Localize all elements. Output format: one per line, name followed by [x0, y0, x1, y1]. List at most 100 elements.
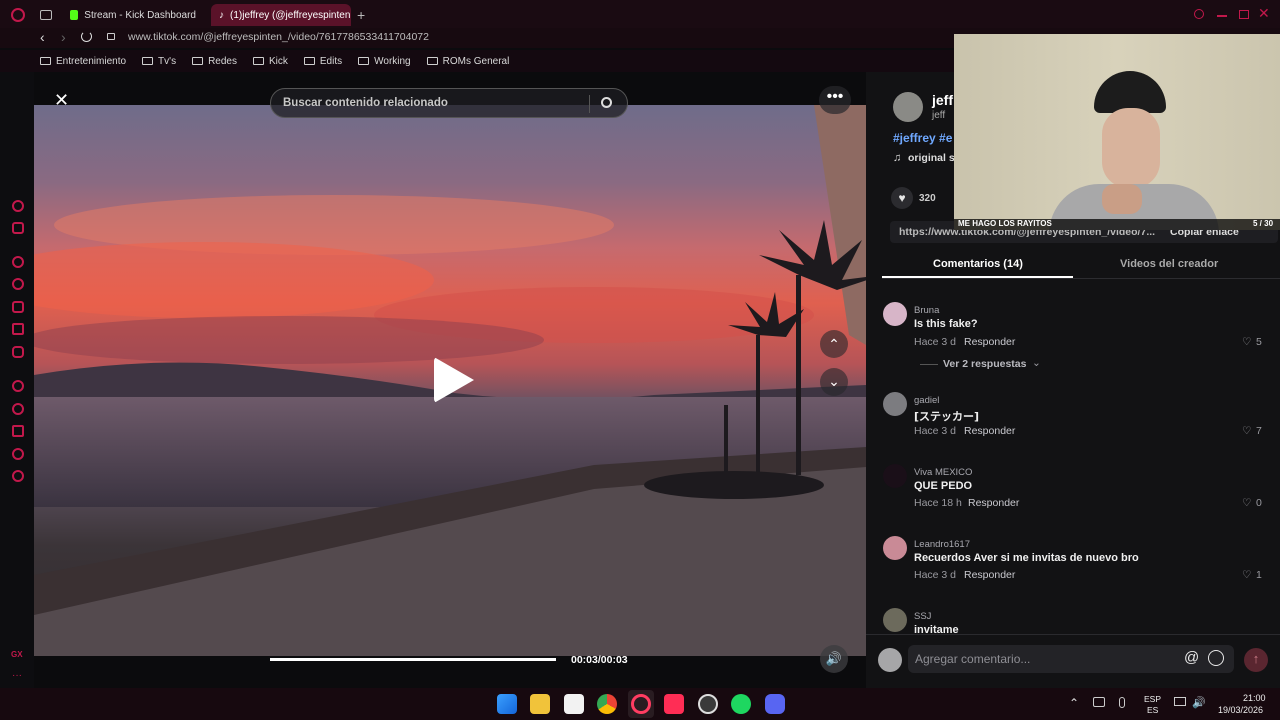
like-button[interactable]: ♥ — [891, 187, 913, 209]
comment-username[interactable]: SSJ — [914, 611, 931, 622]
workspaces-icon[interactable] — [12, 222, 24, 234]
avatar[interactable] — [883, 392, 907, 416]
bookmark-folder[interactable]: Kick — [252, 56, 288, 67]
bookmark-label: Redes — [208, 55, 237, 67]
reply-button[interactable]: Responder — [964, 425, 1015, 437]
discord-app-icon[interactable] — [765, 694, 785, 714]
tab-creator-videos[interactable]: Videos del creador — [1120, 258, 1218, 270]
gx-icon[interactable]: GX — [11, 650, 23, 659]
bookmark-folder[interactable]: Working — [358, 56, 411, 67]
tab-comments[interactable]: Comentarios (14) — [933, 258, 1023, 270]
tiktok-sidebar-icon[interactable] — [12, 323, 24, 335]
settings-icon[interactable] — [12, 470, 24, 482]
emoji-icon[interactable] — [1208, 650, 1224, 666]
obs-icon[interactable] — [698, 694, 718, 714]
progress-track[interactable] — [270, 658, 556, 661]
webcam-caption: ME HAGO LOS RAYITOS — [958, 219, 1052, 228]
search-tabs-icon[interactable] — [1194, 9, 1204, 19]
sound-name[interactable]: original s — [908, 152, 955, 164]
reply-button[interactable]: Responder — [964, 336, 1015, 348]
comment-username[interactable]: Leandro1617 — [914, 539, 970, 550]
like-count: 320 — [919, 193, 936, 204]
video-frame[interactable] — [34, 105, 866, 656]
avatar[interactable] — [883, 464, 907, 488]
avatar[interactable] — [883, 302, 907, 326]
comment-username[interactable]: Viva MEXICO — [914, 467, 972, 478]
reload-icon[interactable] — [81, 31, 92, 42]
related-search-box[interactable]: Buscar contenido relacionado — [270, 88, 628, 118]
tab-tiktok[interactable]: ♪ (1)jeffrey (@jeffreyespinten — [211, 4, 351, 26]
file-explorer-icon[interactable] — [530, 694, 550, 714]
tab-kick-dashboard[interactable]: Stream - Kick Dashboard — [62, 4, 204, 26]
chrome-icon[interactable] — [597, 694, 617, 714]
send-comment-button[interactable]: ↑ — [1244, 648, 1268, 672]
comment-like-icon[interactable]: ♡ — [1242, 336, 1251, 348]
volume-icon[interactable]: 🔊 — [820, 645, 848, 673]
download-icon[interactable] — [12, 425, 24, 437]
capcut-icon[interactable] — [564, 694, 584, 714]
view-replies-button[interactable]: Ver 2 respuestas — [943, 358, 1026, 370]
minimize-button[interactable] — [1217, 15, 1227, 17]
bookmark-folder[interactable]: ROMs General — [426, 56, 509, 67]
tray-chevron-icon[interactable]: ⌃ — [1069, 696, 1079, 710]
mention-icon[interactable]: @ — [1184, 649, 1199, 666]
close-video-button[interactable]: ✕ — [54, 90, 69, 111]
play-icon[interactable] — [434, 357, 474, 403]
next-video-button[interactable]: ⌄ — [820, 368, 848, 396]
network-icon[interactable] — [1093, 697, 1105, 707]
comment-username[interactable]: gadiel — [914, 395, 939, 406]
microphone-icon[interactable] — [1119, 697, 1125, 708]
more-sidebar-icon[interactable]: ··· — [12, 670, 22, 681]
clock-date[interactable]: 19/03/2026 — [1218, 705, 1263, 715]
reply-button[interactable]: Responder — [968, 497, 1019, 509]
whatsapp-icon[interactable] — [12, 278, 24, 290]
maximize-button[interactable] — [1239, 10, 1249, 19]
creator-avatar[interactable] — [893, 92, 923, 122]
aria-icon[interactable] — [12, 200, 24, 212]
comment-username[interactable]: Bruna — [914, 305, 939, 316]
spotify-icon[interactable] — [731, 694, 751, 714]
input-language-primary[interactable]: ESP — [1144, 694, 1161, 704]
video-hashtags[interactable]: #jeffrey #e — [893, 131, 952, 145]
reply-button[interactable]: Responder — [964, 569, 1015, 581]
search-icon[interactable] — [601, 97, 612, 108]
volume-tray-icon[interactable]: 🔊 — [1192, 696, 1206, 709]
close-window-button[interactable]: ✕ — [1258, 5, 1270, 22]
tiktok-app-icon[interactable] — [664, 694, 684, 714]
avatar[interactable] — [883, 608, 907, 632]
creator-name[interactable]: jeff — [932, 92, 953, 108]
forward-icon[interactable]: › — [61, 29, 66, 45]
opera-menu-icon[interactable] — [11, 8, 25, 22]
back-icon[interactable]: ‹ — [40, 29, 45, 45]
clock-time[interactable]: 21:00 — [1243, 693, 1266, 703]
url-field[interactable]: www.tiktok.com/@jeffreyespinten_/video/7… — [128, 31, 429, 43]
heart-icon[interactable] — [12, 380, 24, 392]
bookmark-label: Working — [374, 55, 411, 67]
browser-sidebar: GX ··· — [0, 72, 34, 688]
history-icon[interactable] — [12, 403, 24, 415]
folder-icon — [40, 57, 51, 65]
discord-icon[interactable] — [12, 346, 24, 358]
comment-like-icon[interactable]: ♡ — [1242, 497, 1251, 509]
comment-time: Hace 3 d — [914, 336, 957, 348]
tab-overview-icon[interactable] — [40, 10, 52, 20]
previous-video-button[interactable]: ⌃ — [820, 330, 848, 358]
bookmark-folder[interactable]: Tv's — [142, 56, 176, 67]
comment-like-icon[interactable]: ♡ — [1242, 569, 1251, 581]
extensions-icon[interactable] — [12, 448, 24, 460]
instagram-icon[interactable] — [12, 301, 24, 313]
bookmark-folder[interactable]: Edits — [303, 56, 342, 67]
avatar[interactable] — [883, 536, 907, 560]
display-icon[interactable] — [1174, 697, 1186, 706]
chevron-down-icon[interactable]: ⌄ — [1032, 357, 1041, 369]
bookmark-folder[interactable]: Redes — [192, 56, 237, 67]
video-time: 00:03/00:03 — [571, 654, 628, 666]
new-tab-button[interactable]: + — [357, 7, 365, 23]
messenger-icon[interactable] — [12, 256, 24, 268]
more-options-icon[interactable]: ••• — [819, 86, 851, 114]
comment-like-icon[interactable]: ♡ — [1242, 425, 1251, 437]
bookmark-folder[interactable]: Entretenimiento — [40, 56, 126, 67]
windows-start-icon[interactable] — [497, 694, 517, 714]
comment-input[interactable]: Agregar comentario... @ — [908, 645, 1234, 673]
my-avatar[interactable] — [878, 648, 902, 672]
